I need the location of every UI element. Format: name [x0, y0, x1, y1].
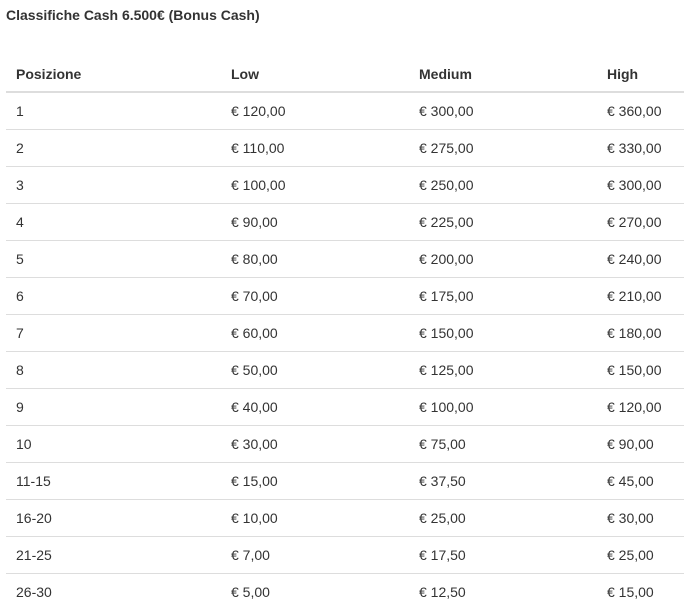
cell-high: € 300,00 — [597, 166, 684, 204]
cell-high: € 180,00 — [597, 314, 684, 352]
cell-position: 16-20 — [6, 499, 221, 537]
table-row: 26-30 € 5,00 € 12,50 € 15,00 — [6, 573, 684, 610]
table-row: 21-25 € 7,00 € 17,50 € 25,00 — [6, 536, 684, 574]
cell-high: € 360,00 — [597, 91, 684, 130]
cell-medium: € 150,00 — [409, 314, 597, 352]
table-row: 10 € 30,00 € 75,00 € 90,00 — [6, 425, 684, 463]
cell-high: € 30,00 — [597, 499, 684, 537]
table-row: 16-20 € 10,00 € 25,00 € 30,00 — [6, 499, 684, 537]
header-low: Low — [221, 56, 409, 93]
cell-high: € 90,00 — [597, 425, 684, 463]
cell-low: € 7,00 — [221, 536, 409, 574]
header-high: High — [597, 56, 684, 93]
cell-medium: € 300,00 — [409, 91, 597, 130]
cell-position: 26-30 — [6, 573, 221, 610]
table-row: 8 € 50,00 € 125,00 € 150,00 — [6, 351, 684, 389]
cell-position: 4 — [6, 203, 221, 241]
cell-high: € 330,00 — [597, 129, 684, 167]
table-row: 6 € 70,00 € 175,00 € 210,00 — [6, 277, 684, 315]
cell-medium: € 100,00 — [409, 388, 597, 426]
table-row: 3 € 100,00 € 250,00 € 300,00 — [6, 166, 684, 204]
cell-high: € 150,00 — [597, 351, 684, 389]
table-row: 4 € 90,00 € 225,00 € 270,00 — [6, 203, 684, 241]
table-row: 1 € 120,00 € 300,00 € 360,00 — [6, 91, 684, 130]
cell-position: 2 — [6, 129, 221, 167]
cell-position: 5 — [6, 240, 221, 278]
cell-low: € 90,00 — [221, 203, 409, 241]
cell-position: 1 — [6, 91, 221, 130]
cell-low: € 50,00 — [221, 351, 409, 389]
cell-low: € 15,00 — [221, 462, 409, 500]
cell-low: € 120,00 — [221, 91, 409, 130]
table-row: 2 € 110,00 € 275,00 € 330,00 — [6, 129, 684, 167]
cell-position: 8 — [6, 351, 221, 389]
cell-medium: € 37,50 — [409, 462, 597, 500]
header-posizione: Posizione — [6, 56, 221, 93]
cell-low: € 5,00 — [221, 573, 409, 610]
cell-low: € 80,00 — [221, 240, 409, 278]
cell-position: 7 — [6, 314, 221, 352]
cell-medium: € 75,00 — [409, 425, 597, 463]
table-row: 9 € 40,00 € 100,00 € 120,00 — [6, 388, 684, 426]
cell-position: 9 — [6, 388, 221, 426]
cell-medium: € 12,50 — [409, 573, 597, 610]
cell-medium: € 125,00 — [409, 351, 597, 389]
cell-position: 21-25 — [6, 536, 221, 574]
page-title: Classifiche Cash 6.500€ (Bonus Cash) — [6, 7, 260, 23]
cell-high: € 210,00 — [597, 277, 684, 315]
cell-high: € 120,00 — [597, 388, 684, 426]
cell-low: € 100,00 — [221, 166, 409, 204]
cell-high: € 270,00 — [597, 203, 684, 241]
table-row: 5 € 80,00 € 200,00 € 240,00 — [6, 240, 684, 278]
cell-medium: € 25,00 — [409, 499, 597, 537]
cell-low: € 40,00 — [221, 388, 409, 426]
cell-position: 6 — [6, 277, 221, 315]
cell-medium: € 200,00 — [409, 240, 597, 278]
cell-medium: € 225,00 — [409, 203, 597, 241]
cell-low: € 70,00 — [221, 277, 409, 315]
cell-low: € 110,00 — [221, 129, 409, 167]
cell-low: € 30,00 — [221, 425, 409, 463]
cell-position: 10 — [6, 425, 221, 463]
cell-medium: € 275,00 — [409, 129, 597, 167]
cell-low: € 10,00 — [221, 499, 409, 537]
cell-medium: € 175,00 — [409, 277, 597, 315]
prize-table: Posizione Low Medium High 1 € 120,00 € 3… — [6, 56, 684, 610]
cell-low: € 60,00 — [221, 314, 409, 352]
table-row: 7 € 60,00 € 150,00 € 180,00 — [6, 314, 684, 352]
cell-high: € 15,00 — [597, 573, 684, 610]
header-medium: Medium — [409, 56, 597, 93]
cell-medium: € 250,00 — [409, 166, 597, 204]
table-header-row: Posizione Low Medium High — [6, 56, 684, 93]
cell-medium: € 17,50 — [409, 536, 597, 574]
table-row: 11-15 € 15,00 € 37,50 € 45,00 — [6, 462, 684, 500]
cell-position: 11-15 — [6, 462, 221, 500]
cell-high: € 25,00 — [597, 536, 684, 574]
cell-position: 3 — [6, 166, 221, 204]
cell-high: € 45,00 — [597, 462, 684, 500]
cell-high: € 240,00 — [597, 240, 684, 278]
